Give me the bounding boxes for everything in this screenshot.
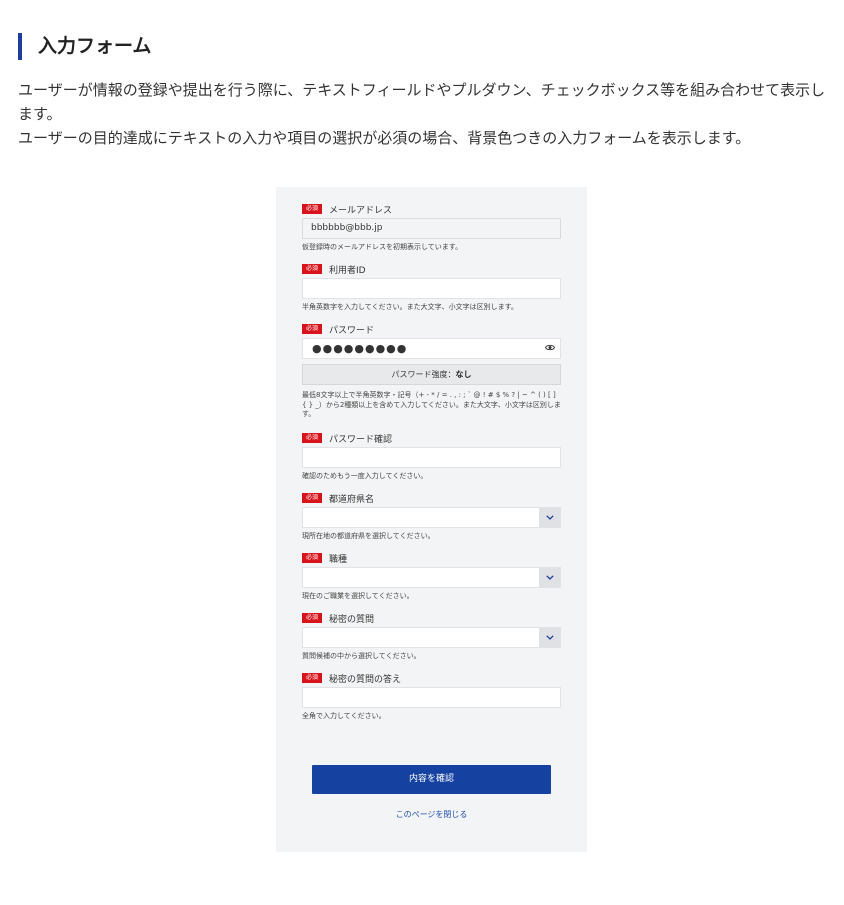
chevron-down-icon[interactable] <box>539 508 560 527</box>
occupation-help: 現在のご職業を選択してください。 <box>302 592 414 600</box>
secret-question-select[interactable] <box>302 627 561 648</box>
required-badge: 必須 <box>302 493 322 503</box>
email-label: メールアドレス <box>329 205 393 216</box>
password-label: パスワード <box>329 325 375 336</box>
user-id-input[interactable] <box>302 278 561 299</box>
user-id-help: 半角英数字を入力してください。また大文字、小文字は区別します。 <box>302 303 518 311</box>
password-help: 最低8文字以上で半角英数字・記号（+ - * / = . , : ; ` @ !… <box>302 391 561 418</box>
password-confirm-help: 確認のためもう一度入力してください。 <box>302 472 428 480</box>
chevron-down-icon[interactable] <box>539 628 560 647</box>
section-title: 入力フォーム <box>18 33 151 60</box>
email-field-group: 必須 メールアドレス bbbbbb@bbb.jp 仮登録時のメールアドレスを初期… <box>302 202 561 252</box>
password-confirm-field-group: 必須 パスワード確認 確認のためもう一度入力してください。 <box>302 431 561 481</box>
secret-answer-help: 全角で入力してください。 <box>302 712 386 720</box>
secret-answer-input[interactable] <box>302 687 561 708</box>
password-confirm-label: パスワード確認 <box>329 434 393 445</box>
email-field[interactable]: bbbbbb@bbb.jp <box>302 218 561 239</box>
required-badge: 必須 <box>302 553 322 563</box>
section-description: ユーザーが情報の登録や提出を行う際に、テキストフィールドやプルダウン、チェックボ… <box>18 78 838 150</box>
password-strength-meter: パスワード強度：なし <box>302 364 561 385</box>
required-badge: 必須 <box>302 264 322 274</box>
description-line-1: ユーザーが情報の登録や提出を行う際に、テキストフィールドやプルダウン、チェックボ… <box>18 81 826 123</box>
required-badge: 必須 <box>302 324 322 334</box>
password-strength-label: パスワード強度： <box>391 370 456 379</box>
password-strength-value: なし <box>455 370 472 379</box>
user-id-field-group: 必須 利用者ID 半角英数字を入力してください。また大文字、小文字は区別します。 <box>302 262 561 312</box>
prefecture-help: 現所在地の都道府県を選択してください。 <box>302 532 435 540</box>
occupation-field-group: 必須 職種 現在のご職業を選択してください。 <box>302 551 561 601</box>
prefecture-label: 都道府県名 <box>329 494 375 505</box>
secret-question-help: 質問候補の中から選択してください。 <box>302 652 421 660</box>
required-badge: 必須 <box>302 673 322 683</box>
password-input[interactable]: ●●●●●●●●● <box>302 338 561 359</box>
secret-answer-field-group: 必須 秘密の質問の答え 全角で入力してください。 <box>302 671 561 721</box>
prefecture-select[interactable] <box>302 507 561 528</box>
password-field-group: 必須 パスワード ●●●●●●●●● <box>302 322 561 359</box>
secret-answer-label: 秘密の質問の答え <box>329 674 402 685</box>
occupation-select[interactable] <box>302 567 561 588</box>
prefecture-field-group: 必須 都道府県名 現所在地の都道府県を選択してください。 <box>302 491 561 541</box>
confirm-button[interactable]: 内容を確認 <box>312 765 551 794</box>
eye-icon[interactable] <box>545 344 555 351</box>
input-form-card: 必須 メールアドレス bbbbbb@bbb.jp 仮登録時のメールアドレスを初期… <box>276 187 587 852</box>
required-badge: 必須 <box>302 204 322 214</box>
occupation-label: 職種 <box>329 554 348 565</box>
close-page-link[interactable]: このページを閉じる <box>276 809 587 820</box>
secret-question-field-group: 必須 秘密の質問 質問候補の中から選択してください。 <box>302 611 561 661</box>
chevron-down-icon[interactable] <box>539 568 560 587</box>
description-line-2: ユーザーの目的達成にテキストの入力や項目の選択が必須の場合、背景色つきの入力フォ… <box>18 129 751 147</box>
secret-question-label: 秘密の質問 <box>329 614 375 625</box>
password-value: ●●●●●●●●● <box>312 342 408 355</box>
required-badge: 必須 <box>302 613 322 623</box>
email-help: 仮登録時のメールアドレスを初期表示しています。 <box>302 243 463 251</box>
required-badge: 必須 <box>302 433 322 443</box>
password-confirm-input[interactable] <box>302 447 561 468</box>
user-id-label: 利用者ID <box>329 265 366 276</box>
